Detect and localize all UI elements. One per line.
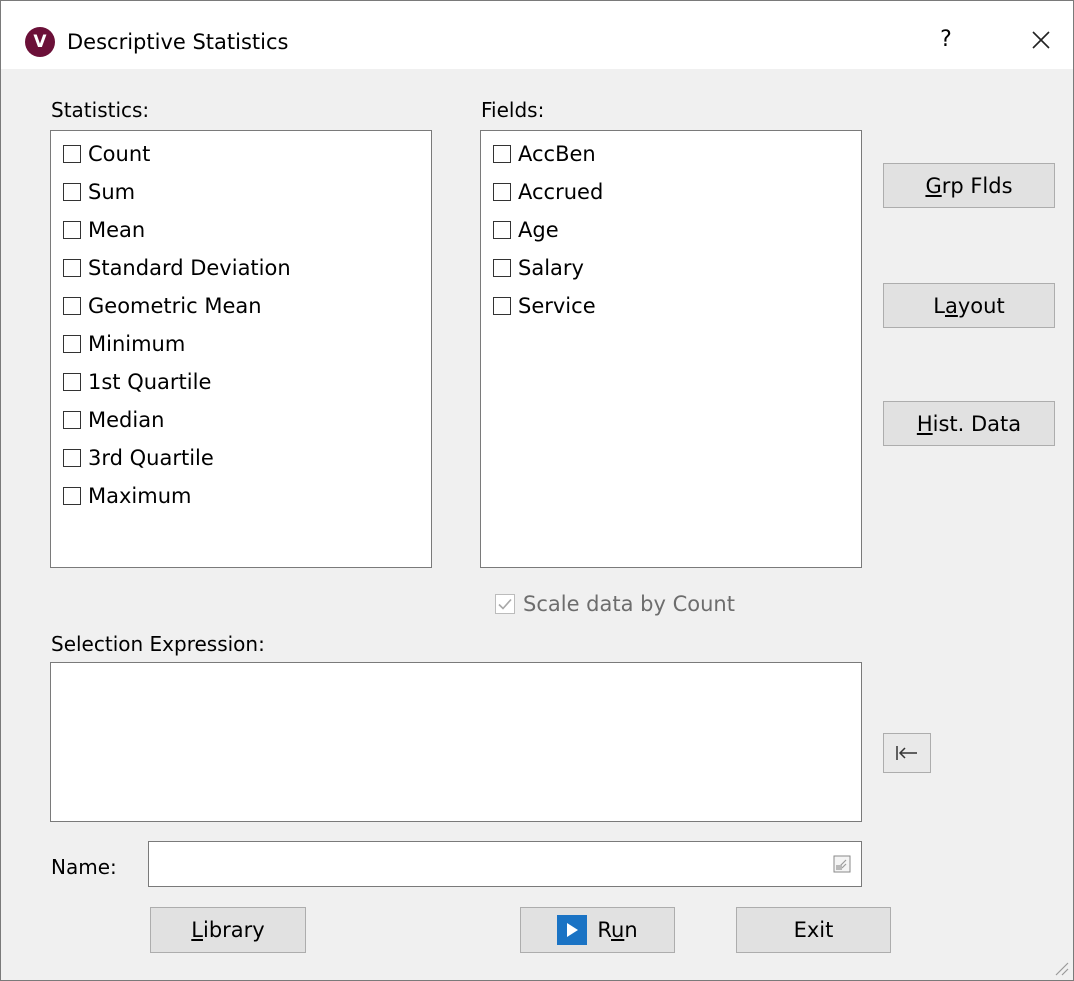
- run-button[interactable]: Run: [520, 907, 675, 953]
- stat-item-mean[interactable]: Mean: [63, 215, 145, 245]
- field-item-accben[interactable]: AccBen: [493, 139, 596, 169]
- stat-item-3rd-quartile[interactable]: 3rd Quartile: [63, 443, 214, 473]
- stat-item-standard-deviation[interactable]: Standard Deviation: [63, 253, 291, 283]
- checkbox[interactable]: [63, 259, 81, 277]
- checkbox[interactable]: [63, 145, 81, 163]
- stat-item-median[interactable]: Median: [63, 405, 164, 435]
- checkbox[interactable]: [63, 183, 81, 201]
- help-button[interactable]: ?: [931, 23, 961, 57]
- title-bar: V Descriptive Statistics ?: [1, 1, 1073, 69]
- stat-item-geometric-mean[interactable]: Geometric Mean: [63, 291, 262, 321]
- checkbox[interactable]: [493, 221, 511, 239]
- checkbox[interactable]: [493, 297, 511, 315]
- name-label: Name:: [51, 855, 117, 879]
- stat-item-1st-quartile[interactable]: 1st Quartile: [63, 367, 211, 397]
- browse-icon[interactable]: [833, 855, 851, 873]
- field-item-salary[interactable]: Salary: [493, 253, 584, 283]
- statistics-label: Statistics:: [51, 98, 150, 122]
- checkbox[interactable]: [63, 411, 81, 429]
- field-item-accrued[interactable]: Accrued: [493, 177, 603, 207]
- library-button[interactable]: Library: [150, 907, 306, 953]
- play-icon: [557, 915, 588, 945]
- statistics-list[interactable]: Count Sum Mean Standard Deviation Geomet…: [50, 130, 432, 568]
- checkbox[interactable]: [63, 335, 81, 353]
- name-input[interactable]: [148, 841, 862, 887]
- hist-data-button[interactable]: Hist. Data: [883, 401, 1055, 446]
- stat-item-sum[interactable]: Sum: [63, 177, 135, 207]
- checkbox[interactable]: [493, 183, 511, 201]
- checkbox[interactable]: [493, 145, 511, 163]
- fields-list[interactable]: AccBen Accrued Age Salary Service: [480, 130, 862, 568]
- scale-data-by-count-option: Scale data by Count: [495, 589, 735, 619]
- resize-grip-icon[interactable]: [1051, 958, 1069, 976]
- checkbox[interactable]: [63, 449, 81, 467]
- field-item-age[interactable]: Age: [493, 215, 559, 245]
- grp-flds-button[interactable]: Grp Flds: [883, 163, 1055, 208]
- selection-expression-input[interactable]: [50, 662, 862, 822]
- fields-label: Fields:: [481, 98, 545, 122]
- arrow-to-left-icon: [896, 746, 917, 760]
- checkmark-icon: [498, 598, 512, 610]
- exit-button[interactable]: Exit: [736, 907, 891, 953]
- stat-item-maximum[interactable]: Maximum: [63, 481, 191, 511]
- selection-expression-label: Selection Expression:: [51, 632, 265, 656]
- checkbox[interactable]: [63, 487, 81, 505]
- descriptive-statistics-dialog: V Descriptive Statistics ? Statistics: C…: [0, 0, 1074, 981]
- checkbox[interactable]: [493, 259, 511, 277]
- close-button[interactable]: [1021, 23, 1061, 57]
- stat-item-minimum[interactable]: Minimum: [63, 329, 185, 359]
- window-title: Descriptive Statistics: [67, 30, 289, 54]
- checkbox[interactable]: [63, 221, 81, 239]
- scale-checkbox: [495, 594, 515, 614]
- stat-item-count[interactable]: Count: [63, 139, 150, 169]
- insert-expression-button[interactable]: [883, 733, 931, 773]
- checkbox[interactable]: [63, 373, 81, 391]
- field-item-service[interactable]: Service: [493, 291, 596, 321]
- app-icon: V: [25, 27, 55, 57]
- layout-button[interactable]: Layout: [883, 283, 1055, 328]
- close-icon: [1032, 31, 1050, 49]
- checkbox[interactable]: [63, 297, 81, 315]
